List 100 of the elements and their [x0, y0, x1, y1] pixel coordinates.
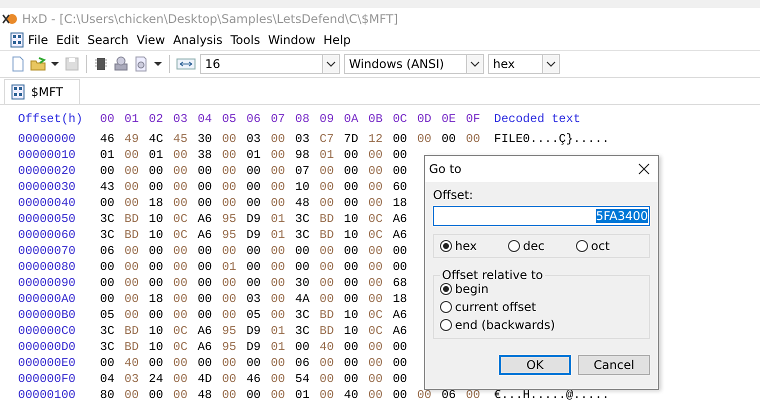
hex-byte: 00 [392, 356, 408, 370]
hex-byte: 00 [173, 356, 189, 370]
hex-byte: 40 [124, 356, 140, 370]
menu-item[interactable]: Edit [52, 33, 84, 47]
dialog-button[interactable]: Cancel [578, 355, 650, 375]
hex-byte: 01 [270, 228, 286, 242]
column-header: 08 [295, 112, 311, 126]
hex-byte: 48 [198, 388, 213, 402]
radio-button[interactable] [440, 283, 452, 295]
hex-byte: 00 [368, 196, 384, 210]
hex-byte: 00 [270, 372, 286, 386]
hex-byte: 07 [295, 164, 311, 178]
hex-byte: 00 [173, 308, 189, 322]
hex-byte: 00 [148, 164, 164, 178]
menu-item[interactable]: Search [83, 33, 133, 47]
caret-icon[interactable] [153, 59, 163, 69]
hex-byte: 00 [198, 196, 213, 210]
radio-label[interactable]: oct [591, 239, 610, 253]
hex-byte: A6 [198, 212, 213, 226]
hex-byte: A6 [392, 212, 408, 226]
hex-byte: 01 [148, 148, 164, 162]
menu-item[interactable]: File [24, 33, 52, 47]
document-icon[interactable] [10, 32, 24, 48]
hex-byte: 00 [270, 308, 286, 322]
hex-byte: 00 [198, 260, 213, 274]
hex-byte: 01 [295, 388, 311, 402]
hex-byte: 00 [148, 180, 164, 194]
number-format-dropdown[interactable]: hex [488, 54, 560, 74]
hex-byte: 00 [124, 196, 140, 210]
hex-byte: 00 [124, 388, 140, 402]
close-icon[interactable] [638, 163, 650, 175]
radio-button[interactable] [440, 240, 452, 252]
hex-byte: BD [320, 228, 335, 242]
hex-byte: 4C [148, 132, 164, 146]
hex-byte: 00 [100, 292, 116, 306]
file-tab[interactable]: $MFT [4, 79, 80, 104]
hex-byte: 00 [222, 164, 238, 178]
hex-byte: 00 [148, 276, 164, 290]
radio-label[interactable]: hex [455, 239, 477, 253]
offset-input[interactable]: 5FA3400 [433, 206, 650, 226]
hex-byte: 10 [344, 308, 360, 322]
radio-label[interactable]: dec [523, 239, 545, 253]
hex-byte: 43 [100, 180, 116, 194]
encoding-dropdown[interactable]: Windows (ANSI) [344, 54, 484, 74]
hex-byte: 00 [222, 180, 238, 194]
menu-item[interactable]: Analysis [169, 33, 227, 47]
hex-byte: 00 [100, 164, 116, 178]
column-header: 0E [441, 112, 457, 126]
caret-icon[interactable] [50, 59, 60, 69]
hex-byte: D9 [246, 324, 262, 338]
hex-byte: 00 [148, 244, 164, 258]
hex-byte: 00 [270, 244, 286, 258]
column-header: 0A [344, 112, 360, 126]
hex-byte: 00 [173, 388, 189, 402]
menu-item[interactable]: Tools [226, 33, 264, 47]
hex-byte: 00 [148, 260, 164, 274]
menu-item[interactable]: View [132, 33, 170, 47]
hex-byte: 40 [320, 340, 335, 354]
radio-button[interactable] [508, 240, 520, 252]
hex-byte: 00 [198, 276, 213, 290]
menu-item[interactable]: Window [264, 33, 320, 47]
hex-byte: A6 [392, 228, 408, 242]
radio-label[interactable]: begin [455, 282, 489, 296]
chevron-down-icon[interactable] [470, 61, 480, 67]
hex-byte: 00 [368, 292, 384, 306]
chevron-down-icon[interactable] [326, 61, 336, 67]
width-arrows-icon[interactable] [176, 56, 196, 72]
hex-byte: 00 [368, 180, 384, 194]
hex-byte: 00 [295, 340, 311, 354]
dialog-button[interactable]: OK [499, 355, 571, 375]
hex-byte: 06 [100, 244, 116, 258]
radio-button[interactable] [576, 240, 588, 252]
hex-byte: 00 [320, 356, 335, 370]
chevron-down-icon[interactable] [546, 61, 556, 67]
chip-icon[interactable] [93, 56, 109, 72]
radio-label[interactable]: current offset [455, 300, 536, 314]
hex-byte: 00 [246, 276, 262, 290]
hex-byte: 00 [320, 292, 335, 306]
hex-byte: 00 [417, 132, 432, 146]
hex-byte: 00 [344, 148, 360, 162]
hex-byte: 00 [173, 292, 189, 306]
radio-label[interactable]: end (backwards) [455, 318, 556, 332]
new-file-icon[interactable] [10, 56, 26, 72]
radio-button[interactable] [440, 301, 452, 313]
hex-byte: 00 [344, 164, 360, 178]
hex-byte: BD [124, 340, 140, 354]
bytes-per-row-dropdown[interactable]: 16 [200, 54, 340, 74]
hex-byte: 00 [100, 356, 116, 370]
hex-byte: 00 [222, 388, 238, 402]
row-offset: 000000C0 [18, 324, 77, 338]
document-icon [11, 84, 25, 100]
hex-byte: 05 [246, 308, 262, 322]
hex-byte: 00 [392, 244, 408, 258]
menu-item[interactable]: Help [319, 33, 355, 47]
hex-byte: 00 [124, 164, 140, 178]
hex-byte: 10 [148, 212, 164, 226]
row-offset: 000000D0 [18, 340, 77, 354]
hex-byte: D9 [246, 228, 262, 242]
hex-byte: 60 [392, 180, 408, 194]
radio-button[interactable] [440, 319, 452, 331]
